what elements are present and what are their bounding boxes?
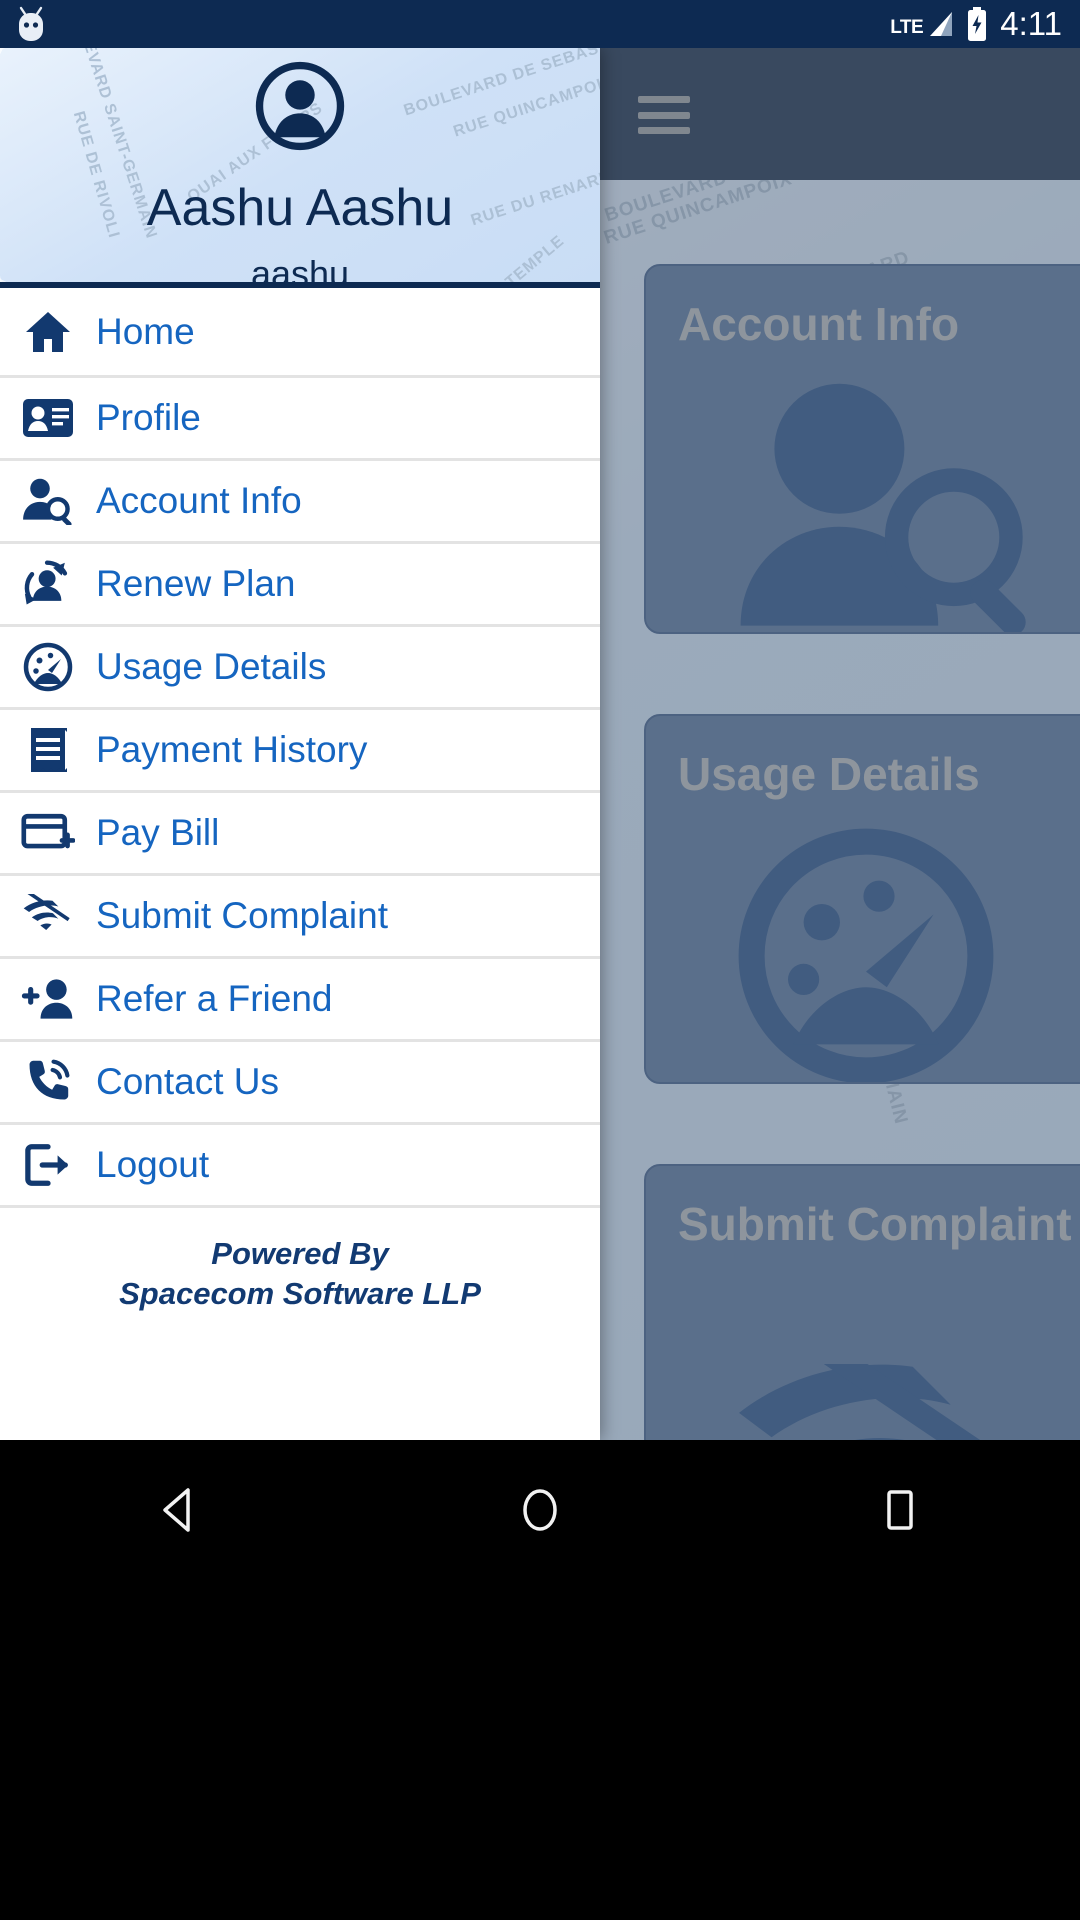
menu-item-label: Submit Complaint [96, 895, 389, 936]
home-icon [0, 309, 96, 355]
logout-icon [0, 1142, 96, 1188]
menu-item-profile[interactable]: Profile [0, 378, 600, 461]
recents-square-icon[interactable] [840, 1450, 960, 1570]
person-search-icon [0, 477, 96, 525]
menu-item-payment-history[interactable]: Payment History [0, 710, 600, 793]
phone-ring-icon [0, 1058, 96, 1106]
status-bar: LTE 4:11 [0, 0, 1080, 48]
menu-item-submit-complaint[interactable]: Submit Complaint [0, 876, 600, 959]
menu-item-refer-a-friend[interactable]: Refer a Friend [0, 959, 600, 1042]
menu-item-account-info[interactable]: Account Info [0, 461, 600, 544]
menu-item-renew-plan[interactable]: Renew Plan [0, 544, 600, 627]
clock-label: 4:11 [1000, 5, 1062, 42]
menu-item-label: Pay Bill [96, 812, 220, 853]
wifi-off-icon [0, 894, 96, 938]
home-circle-icon[interactable] [480, 1450, 600, 1570]
menu-item-label: Home [96, 310, 195, 352]
signal-bars-icon: LTE [890, 9, 954, 39]
credit-card-plus-icon [0, 811, 96, 855]
drawer-header: BOULEVARD SAINT-GERMAIN RUE DE RIVOLI QU… [0, 48, 600, 288]
network-type-label: LTE [890, 17, 924, 38]
menu-item-label: Account Info [96, 480, 302, 521]
powered-by-label: Powered By [211, 1236, 389, 1271]
menu-item-label: Refer a Friend [96, 978, 333, 1019]
menu-item-home[interactable]: Home [0, 288, 600, 378]
menu-item-label: Renew Plan [96, 563, 296, 604]
navigation-drawer: BOULEVARD SAINT-GERMAIN RUE DE RIVOLI QU… [0, 48, 600, 1440]
speedometer-icon [0, 642, 96, 692]
menu-item-pay-bill[interactable]: Pay Bill [0, 793, 600, 876]
menu-item-label: Payment History [96, 729, 368, 770]
user-avatar-icon [254, 60, 346, 157]
person-refresh-icon [0, 560, 96, 608]
phone-screen: LESCOT RUE SAINT-DENIS BOULEVARD DE SEBA… [0, 0, 1080, 1920]
drawer-user-name: Aashu Aashu [146, 179, 454, 237]
android-mascot-icon [14, 4, 48, 44]
id-card-icon [0, 397, 96, 439]
menu-item-label: Profile [96, 397, 201, 438]
battery-charging-icon [968, 7, 987, 41]
person-add-icon [0, 977, 96, 1021]
back-triangle-icon[interactable] [120, 1450, 240, 1570]
menu-item-label: Contact Us [96, 1061, 280, 1102]
drawer-menu: Home Profile Account Info Renew Plan Usa… [0, 288, 600, 1313]
menu-item-contact-us[interactable]: Contact Us [0, 1042, 600, 1125]
menu-item-usage-details[interactable]: Usage Details [0, 627, 600, 710]
menu-item-label: Usage Details [96, 646, 327, 687]
android-navigation-bar [0, 1440, 1080, 1920]
menu-item-label: Logout [96, 1144, 210, 1185]
company-name-label: Spacecom Software LLP [119, 1275, 481, 1311]
drawer-footer: Powered By Spacecom Software LLP [0, 1208, 600, 1313]
receipt-icon [0, 725, 96, 775]
drawer-user-handle: aashu [250, 253, 350, 288]
menu-item-logout[interactable]: Logout [0, 1125, 600, 1208]
